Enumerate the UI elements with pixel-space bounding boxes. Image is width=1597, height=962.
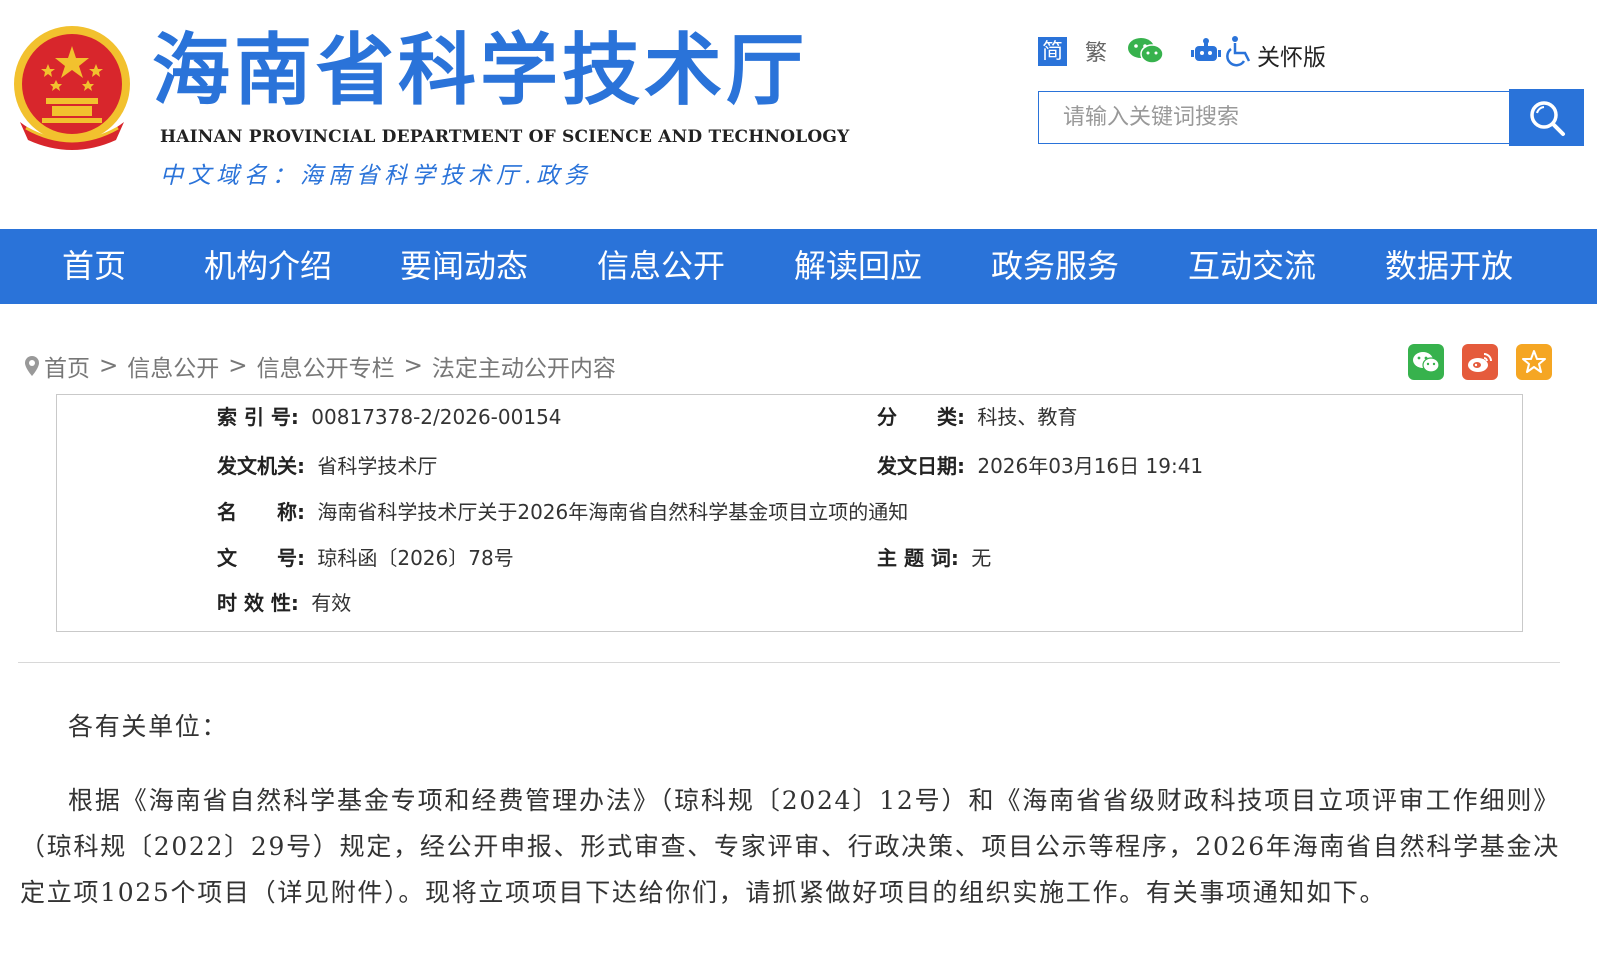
wheelchair-icon (1226, 36, 1251, 67)
issuer-value: 省科学技术厅 (317, 454, 438, 478)
national-emblem-icon (6, 22, 138, 154)
issue-date-label: 发文日期: (877, 454, 965, 478)
search-button[interactable] (1509, 89, 1584, 146)
breadcrumb: 首页 > 信息公开 > 信息公开专栏 > 法定主动公开内容 (24, 349, 616, 383)
wechat-share-icon (1413, 352, 1440, 373)
wechat-share-button[interactable] (1408, 344, 1444, 380)
nav-item-interpretation[interactable]: 解读回应 (794, 229, 922, 304)
category-value: 科技、教育 (977, 405, 1078, 429)
validity-label: 时 效 性: (217, 591, 299, 615)
index-number-field: 索 引 号: 00817378-2/2026-00154 (217, 401, 562, 430)
validity-value: 有效 (311, 591, 352, 615)
document-name-value: 海南省科学技术厅关于2026年海南省自然科学基金项目立项的通知 (317, 500, 909, 524)
weibo-share-button[interactable] (1462, 344, 1498, 380)
article-greeting: 各有关单位： (68, 712, 229, 741)
nav-item-about[interactable]: 机构介绍 (204, 229, 332, 304)
search-icon (1529, 100, 1565, 136)
robot-icon[interactable] (1191, 38, 1222, 64)
document-number-field: 文 号: 琼科函〔2026〕78号 (217, 542, 514, 571)
nav-item-interaction[interactable]: 互动交流 (1188, 229, 1316, 304)
article-paragraph: 根据《海南省自然科学基金专项和经费管理办法》（琼科规〔2024〕12号）和《海南… (20, 786, 1560, 907)
issuer-label: 发文机关: (217, 454, 305, 478)
breadcrumb-disclosure-column[interactable]: 信息公开专栏 (257, 349, 395, 383)
header-tools: 简 繁 关怀版 (1038, 34, 1326, 71)
star-favorite-icon (1522, 350, 1546, 373)
document-number-value: 琼科函〔2026〕78号 (317, 546, 514, 570)
wechat-icon[interactable] (1127, 36, 1165, 66)
breadcrumb-separator: > (403, 353, 423, 379)
index-number-value: 00817378-2/2026-00154 (311, 405, 562, 429)
index-number-label: 索 引 号: (217, 405, 299, 429)
document-info-box: 索 引 号: 00817378-2/2026-00154 分 类: 科技、教育 … (56, 394, 1523, 632)
care-mode-button[interactable]: 关怀版 (1225, 30, 1326, 72)
site-domain: 中文域名：海南省科学技术厅.政务 (160, 163, 593, 189)
issue-date-field: 发文日期: 2026年03月16日 19:41 (877, 450, 1203, 479)
keywords-label: 主 题 词: (877, 546, 959, 570)
nav-item-disclosure[interactable]: 信息公开 (597, 229, 725, 304)
category-field: 分 类: 科技、教育 (877, 401, 1077, 430)
content-divider (18, 662, 1560, 663)
breadcrumb-separator: > (99, 353, 119, 379)
site-title: 海南省科学技术厅 (152, 26, 809, 116)
search-box (1038, 91, 1510, 144)
site-title-english: HAINAN PROVINCIAL DEPARTMENT OF SCIENCE … (160, 127, 850, 147)
issuer-field: 发文机关: 省科学技术厅 (217, 450, 437, 479)
validity-field: 时 效 性: 有效 (217, 587, 351, 616)
keywords-value: 无 (971, 546, 992, 570)
simplified-chinese-button[interactable]: 简 (1038, 36, 1067, 66)
nav-item-news[interactable]: 要闻动态 (400, 229, 528, 304)
category-label: 分 类: (877, 405, 965, 429)
nav-item-open-data[interactable]: 数据开放 (1385, 229, 1513, 304)
nav-item-home[interactable]: 首页 (62, 229, 126, 304)
breadcrumb-disclosure[interactable]: 信息公开 (127, 349, 219, 383)
keywords-field: 主 题 词: 无 (877, 542, 991, 571)
article-body: 各有关单位： 根据《海南省自然科学基金专项和经费管理办法》（琼科规〔2024〕1… (20, 712, 1560, 916)
care-mode-label: 关怀版 (1257, 45, 1327, 71)
document-name-field: 名 称: 海南省科学技术厅关于2026年海南省自然科学基金项目立项的通知 (217, 496, 908, 525)
traditional-chinese-button[interactable]: 繁 (1085, 35, 1107, 67)
weibo-share-icon (1468, 353, 1492, 372)
breadcrumb-statutory-content[interactable]: 法定主动公开内容 (432, 349, 616, 383)
nav-item-services[interactable]: 政务服务 (991, 229, 1119, 304)
document-number-label: 文 号: (217, 546, 305, 570)
location-pin-icon (25, 356, 39, 376)
search-input[interactable] (1039, 92, 1509, 143)
main-nav: 首页 机构介绍 要闻动态 信息公开 解读回应 政务服务 互动交流 数据开放 (0, 229, 1597, 304)
issue-date-value: 2026年03月16日 19:41 (977, 454, 1204, 478)
favorite-share-button[interactable] (1516, 344, 1552, 380)
breadcrumb-separator: > (228, 353, 248, 379)
document-name-label: 名 称: (217, 500, 305, 524)
breadcrumb-home[interactable]: 首页 (44, 349, 90, 383)
